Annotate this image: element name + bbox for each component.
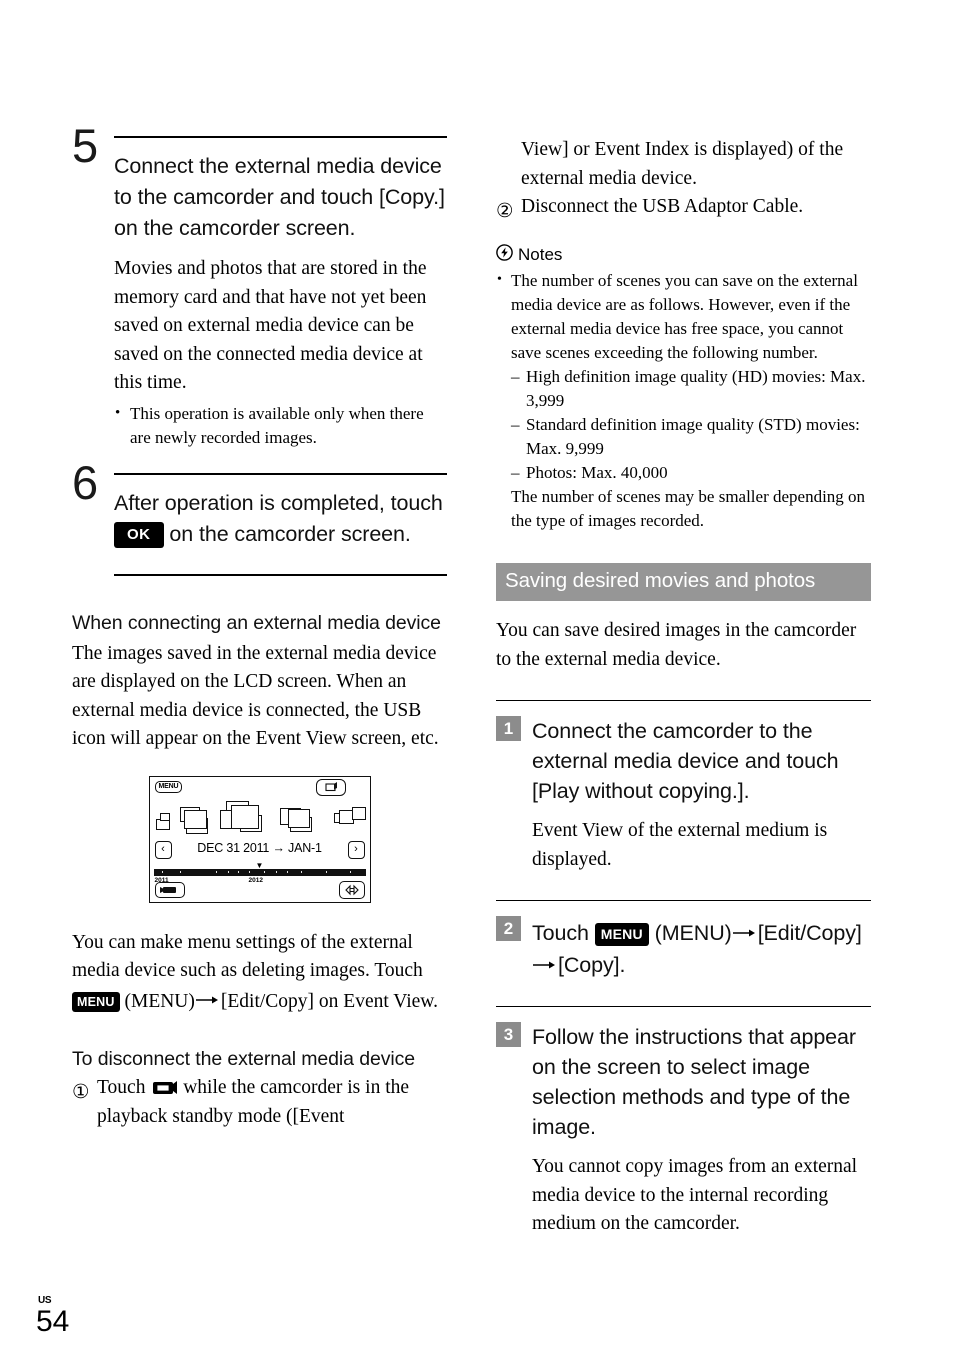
saving-step-2-number: 2: [496, 916, 521, 941]
notes-tail: The number of scenes may be smaller depe…: [511, 486, 866, 530]
saving-step-2-text-after: [Edit/Copy]: [757, 921, 862, 945]
double-arrow-icon: [344, 884, 359, 895]
step-5-heading: Connect the external media device to the…: [114, 154, 445, 240]
step-5-body: Connect the external media device to the…: [114, 151, 447, 451]
connecting-heading: When connecting an external media device: [72, 611, 441, 634]
saving-step-1-heading: Connect the camcorder to the external me…: [532, 719, 839, 803]
thumbnail: [159, 812, 170, 821]
lcd-menu-button[interactable]: MENU: [154, 780, 183, 793]
step-5-paragraph: Movies and photos that are stored in the…: [114, 258, 427, 393]
list-item: The number of scenes you can save on the…: [496, 268, 871, 533]
saving-step-3-number: 3: [496, 1022, 521, 1047]
lcd-scene-button[interactable]: [338, 880, 365, 899]
notes-bullets: The number of scenes you can save on the…: [496, 268, 871, 533]
menu-settings-paragraph: You can make menu settings of the extern…: [72, 929, 447, 1017]
manual-page: 5 Connect the external media device to t…: [0, 0, 954, 1357]
connecting-paragraph: The images saved in the external media d…: [72, 642, 439, 750]
saving-step-2-text-before: Touch: [532, 921, 589, 945]
disconnect-text-before: Touch: [97, 1077, 146, 1098]
step-6-heading-before: After operation is completed, touch: [114, 490, 443, 515]
list-item: This operation is available only when th…: [114, 401, 447, 451]
circled-number-1: ①: [72, 1082, 90, 1103]
menu-settings-text-end: [Edit/Copy] on Event View.: [220, 990, 438, 1012]
thumbnail: [183, 809, 207, 829]
section-intro: You can save desired images in the camco…: [496, 620, 857, 670]
list-item: ① Touch while the camcorder is in the pl…: [72, 1074, 447, 1131]
notes-title: Notes: [518, 244, 563, 264]
thumbnail: [351, 806, 366, 820]
lcd-screen-figure: MENU ‹ › DEC 31 2011 → JAN-1 ▼ 2011 2012: [72, 775, 447, 903]
lcd-year-end: 2012: [248, 876, 263, 884]
saving-step-3-body: Follow the instructions that appear on t…: [532, 1022, 871, 1239]
circled-number-2: ②: [496, 201, 514, 222]
notes-header: Notes: [496, 243, 871, 266]
saving-step-2-rule: [496, 900, 871, 901]
step-5-bullets: This operation is available only when th…: [114, 401, 447, 451]
disconnect-heading: To disconnect the external media device: [72, 1048, 415, 1070]
left-column: 5 Connect the external media device to t…: [72, 122, 447, 1131]
page-footer: US 54: [36, 1295, 69, 1337]
step-6-number: 6: [72, 455, 99, 509]
camcorder-icon: [150, 1077, 178, 1094]
saving-step-1: 1 Connect the camcorder to the external …: [496, 700, 871, 874]
step-6-heading: After operation is completed, touch OK o…: [114, 488, 447, 550]
arrow-right-icon: [532, 948, 558, 978]
list-item: ② Disconnect the USB Adaptor Cable.: [496, 193, 871, 222]
disconnect-steps-continued: ② Disconnect the USB Adaptor Cable.: [496, 193, 871, 222]
right-column: View] or Event Index is displayed) of th…: [496, 136, 871, 1239]
lcd-screen: MENU ‹ › DEC 31 2011 → JAN-1 ▼ 2011 2012: [148, 775, 371, 903]
photo-mode-icon: [324, 781, 337, 791]
thumbnail: [230, 804, 259, 829]
menu-settings-text-before: You can make menu settings of the extern…: [72, 931, 423, 982]
saving-step-1-paragraph: Event View of the external medium is dis…: [532, 820, 828, 870]
disconnect-step-2-text: Disconnect the USB Adaptor Cable.: [521, 196, 804, 217]
notes-dash-list: High definition image quality (HD) movie…: [511, 365, 871, 485]
page-number: 54: [36, 1305, 70, 1338]
saving-step-2-heading: Touch MENU (MENU) [Edit/Copy] [Copy].: [532, 916, 871, 980]
section-header-bar: Saving desired movies and photos: [496, 562, 871, 601]
lcd-timeline-bar[interactable]: [153, 868, 366, 876]
camcorder-icon: [159, 886, 176, 893]
saving-step-1-rule: [496, 700, 871, 701]
step-6-heading-after: on the camcorder screen.: [169, 521, 411, 546]
arrow-right-icon: [732, 916, 758, 946]
saving-step-3-paragraph: You cannot copy images from an external …: [532, 1156, 858, 1234]
thumbnail: [287, 808, 310, 828]
step-5-number: 5: [72, 119, 99, 172]
saving-step-2-text-mid: (MENU): [654, 921, 732, 945]
saving-step-3: 3 Follow the instructions that appear on…: [496, 1006, 871, 1239]
list-item: Standard definition image quality (STD) …: [511, 413, 871, 461]
menu-badge: MENU: [72, 992, 120, 1012]
step-5-rule: [114, 136, 447, 138]
step-6-body: After operation is completed, touch OK o…: [114, 488, 447, 550]
lcd-mode-button[interactable]: [315, 778, 346, 796]
saving-step-3-rule: [496, 1006, 871, 1007]
list-item: High definition image quality (HD) movie…: [511, 365, 871, 413]
lcd-date-range: DEC 31 2011 → JAN-1: [197, 840, 322, 855]
saving-step-2: 2 Touch MENU (MENU) [Edit/Copy] [Copy].: [496, 900, 871, 980]
saving-step-3-heading: Follow the instructions that appear on t…: [532, 1025, 856, 1139]
lcd-playback-button[interactable]: [154, 881, 185, 898]
saving-step-1-body: Connect the camcorder to the external me…: [532, 716, 871, 874]
step-5: 5 Connect the external media device to t…: [72, 122, 447, 451]
notes-lightning-icon: [496, 243, 513, 266]
menu-badge: MENU: [594, 923, 649, 946]
ok-button-badge: OK: [114, 521, 164, 548]
notes-bullet-text: The number of scenes you can save on the…: [511, 270, 858, 362]
menu-settings-text-after: (MENU): [124, 990, 195, 1012]
continuation-text: View] or Event Index is displayed) of th…: [521, 139, 844, 189]
list-item: Photos: Max. 40,000: [511, 461, 871, 485]
saving-step-1-number: 1: [496, 716, 521, 741]
step-6-rule: [114, 472, 447, 475]
arrow-right-icon: [195, 986, 221, 1015]
step-6-closing-rule: [114, 573, 447, 576]
disconnect-steps: ① Touch while the camcorder is in the pl…: [72, 1074, 447, 1131]
saving-step-2-body: Touch MENU (MENU) [Edit/Copy] [Copy].: [532, 916, 871, 980]
step-6: 6 After operation is completed, touch OK…: [72, 459, 447, 550]
saving-step-2-text-end: [Copy].: [558, 953, 626, 977]
